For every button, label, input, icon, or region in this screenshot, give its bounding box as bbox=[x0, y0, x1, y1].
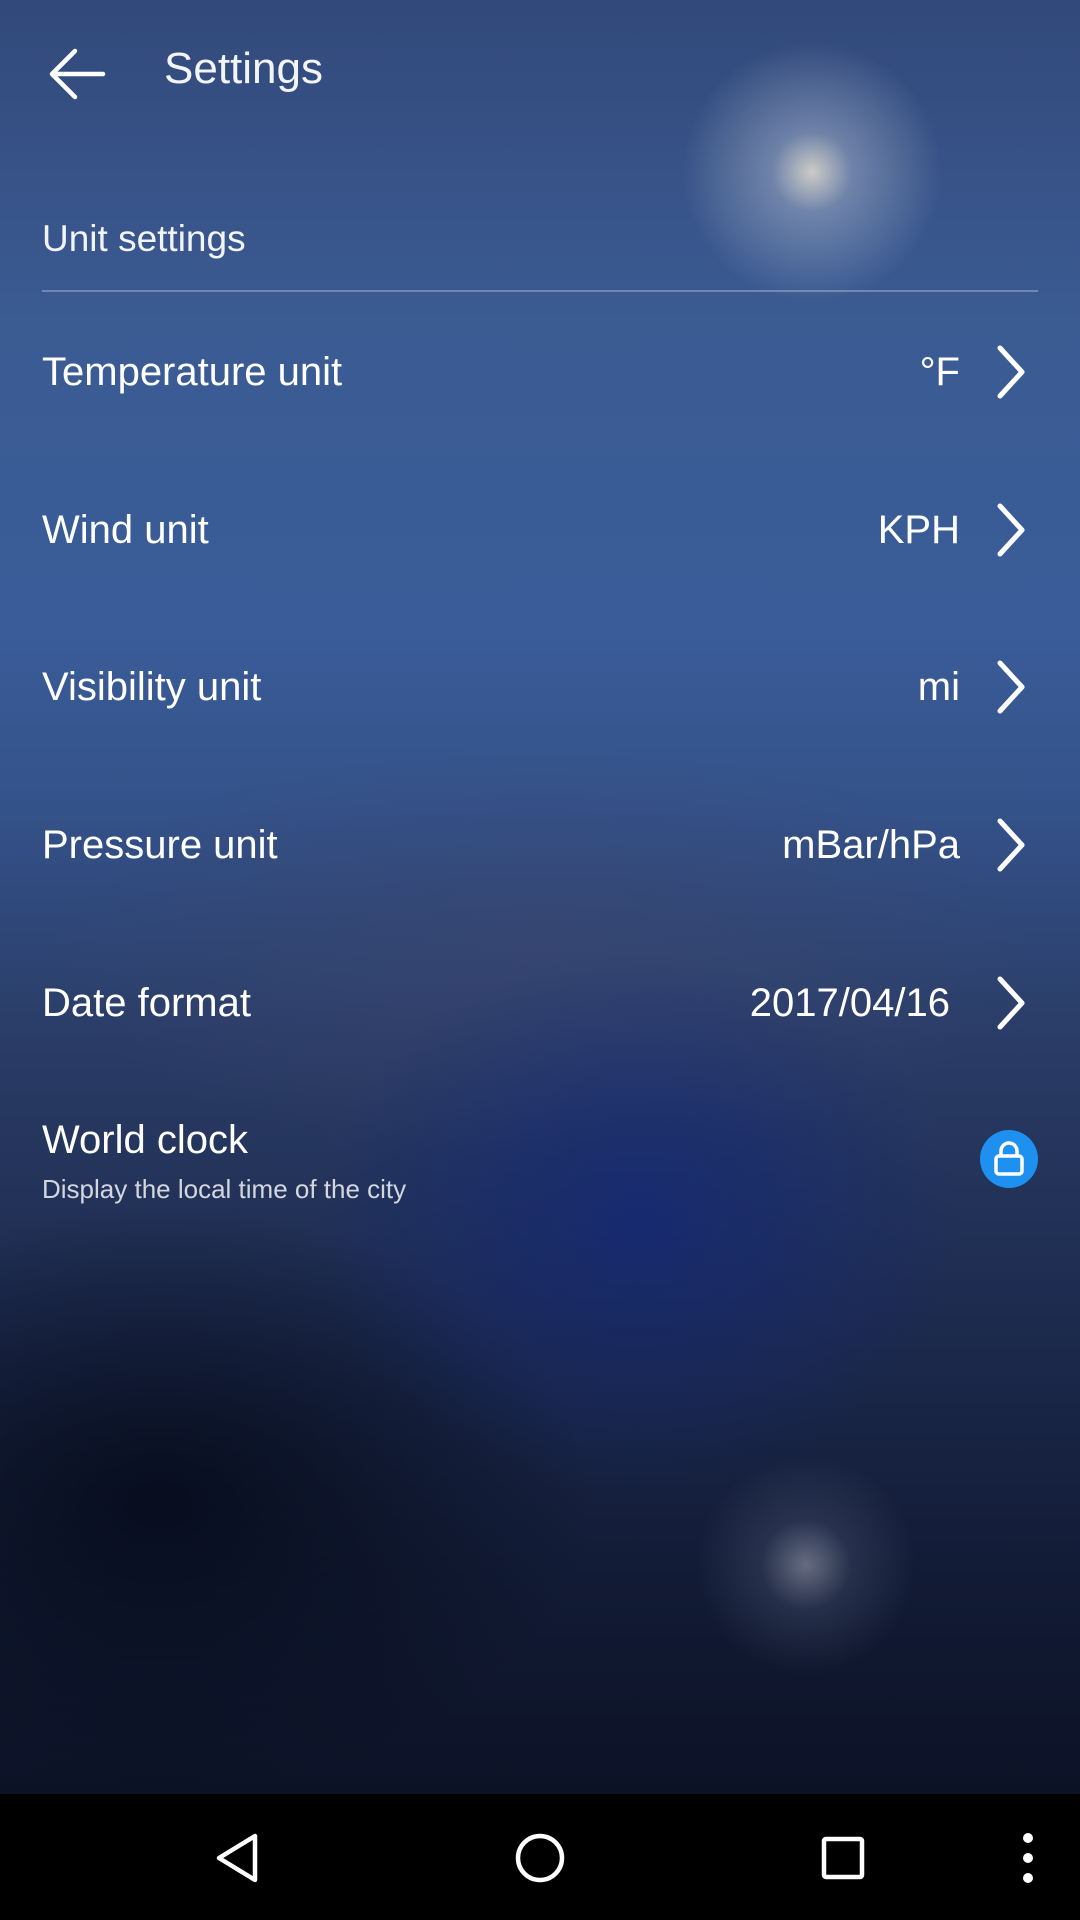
chevron-right-icon bbox=[997, 345, 1025, 399]
pressure-unit-row[interactable]: Pressure unit mBar/hPa bbox=[42, 795, 1038, 895]
chevron-right-icon bbox=[997, 660, 1025, 714]
date-format-label: Date format bbox=[42, 981, 251, 1025]
wallpaper-background bbox=[0, 0, 1080, 1794]
world-clock-lock-button[interactable] bbox=[980, 1130, 1038, 1188]
temperature-unit-value: °F bbox=[919, 350, 960, 394]
wind-unit-value: KPH bbox=[877, 508, 960, 552]
arrow-left-icon bbox=[49, 48, 106, 100]
nav-home-button[interactable] bbox=[492, 1810, 588, 1906]
system-navigation-bar bbox=[0, 1794, 1080, 1920]
wind-unit-row[interactable]: Wind unit KPH bbox=[42, 480, 1038, 580]
chevron-right-icon bbox=[997, 976, 1025, 1030]
lock-icon bbox=[994, 1141, 1024, 1176]
date-format-value: 2017/04/16 bbox=[749, 981, 950, 1025]
wind-unit-label: Wind unit bbox=[42, 508, 209, 552]
back-button[interactable] bbox=[36, 36, 116, 112]
chevron-right-icon bbox=[997, 503, 1025, 557]
circle-home-icon bbox=[515, 1833, 565, 1883]
visibility-unit-row[interactable]: Visibility unit mi bbox=[42, 637, 1038, 737]
visibility-unit-label: Visibility unit bbox=[42, 665, 262, 709]
world-clock-title: World clock bbox=[42, 1118, 248, 1162]
nav-recents-button[interactable] bbox=[795, 1810, 891, 1906]
world-clock-subtitle: Display the local time of the city bbox=[42, 1174, 407, 1204]
temperature-unit-row[interactable]: Temperature unit °F bbox=[42, 322, 1038, 422]
triangle-back-icon bbox=[216, 1833, 258, 1883]
dots-vertical-icon bbox=[1023, 1833, 1033, 1883]
square-recents-icon bbox=[821, 1836, 865, 1880]
date-format-row[interactable]: Date format 2017/04/16 bbox=[42, 953, 1038, 1053]
section-divider bbox=[42, 290, 1038, 292]
visibility-unit-value: mi bbox=[917, 665, 960, 709]
temperature-unit-label: Temperature unit bbox=[42, 350, 343, 394]
page-title: Settings bbox=[164, 44, 323, 93]
pressure-unit-label: Pressure unit bbox=[42, 823, 278, 867]
pressure-unit-value: mBar/hPa bbox=[782, 823, 960, 867]
chevron-right-icon bbox=[997, 818, 1025, 872]
nav-menu-button[interactable] bbox=[980, 1810, 1076, 1906]
section-title-unit-settings: Unit settings bbox=[42, 218, 246, 259]
nav-back-button[interactable] bbox=[189, 1810, 285, 1906]
